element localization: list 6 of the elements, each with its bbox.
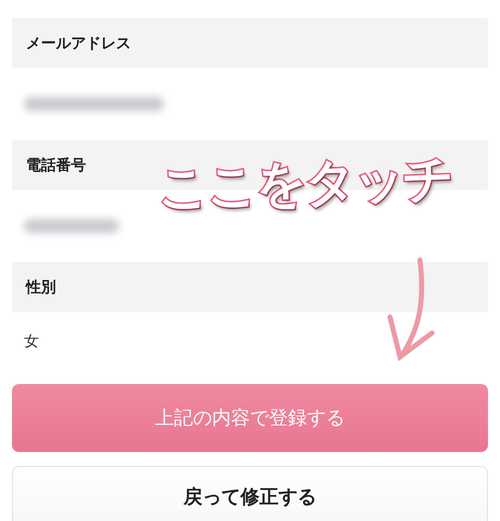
arrow-icon bbox=[388, 258, 434, 362]
field-value: 女 bbox=[24, 332, 39, 350]
annotation-text: ここをタッチ bbox=[156, 148, 454, 220]
back-button[interactable]: 戻って修正する bbox=[12, 466, 488, 521]
field-label: 性別 bbox=[12, 262, 488, 312]
field-label: メールアドレス bbox=[12, 18, 488, 68]
